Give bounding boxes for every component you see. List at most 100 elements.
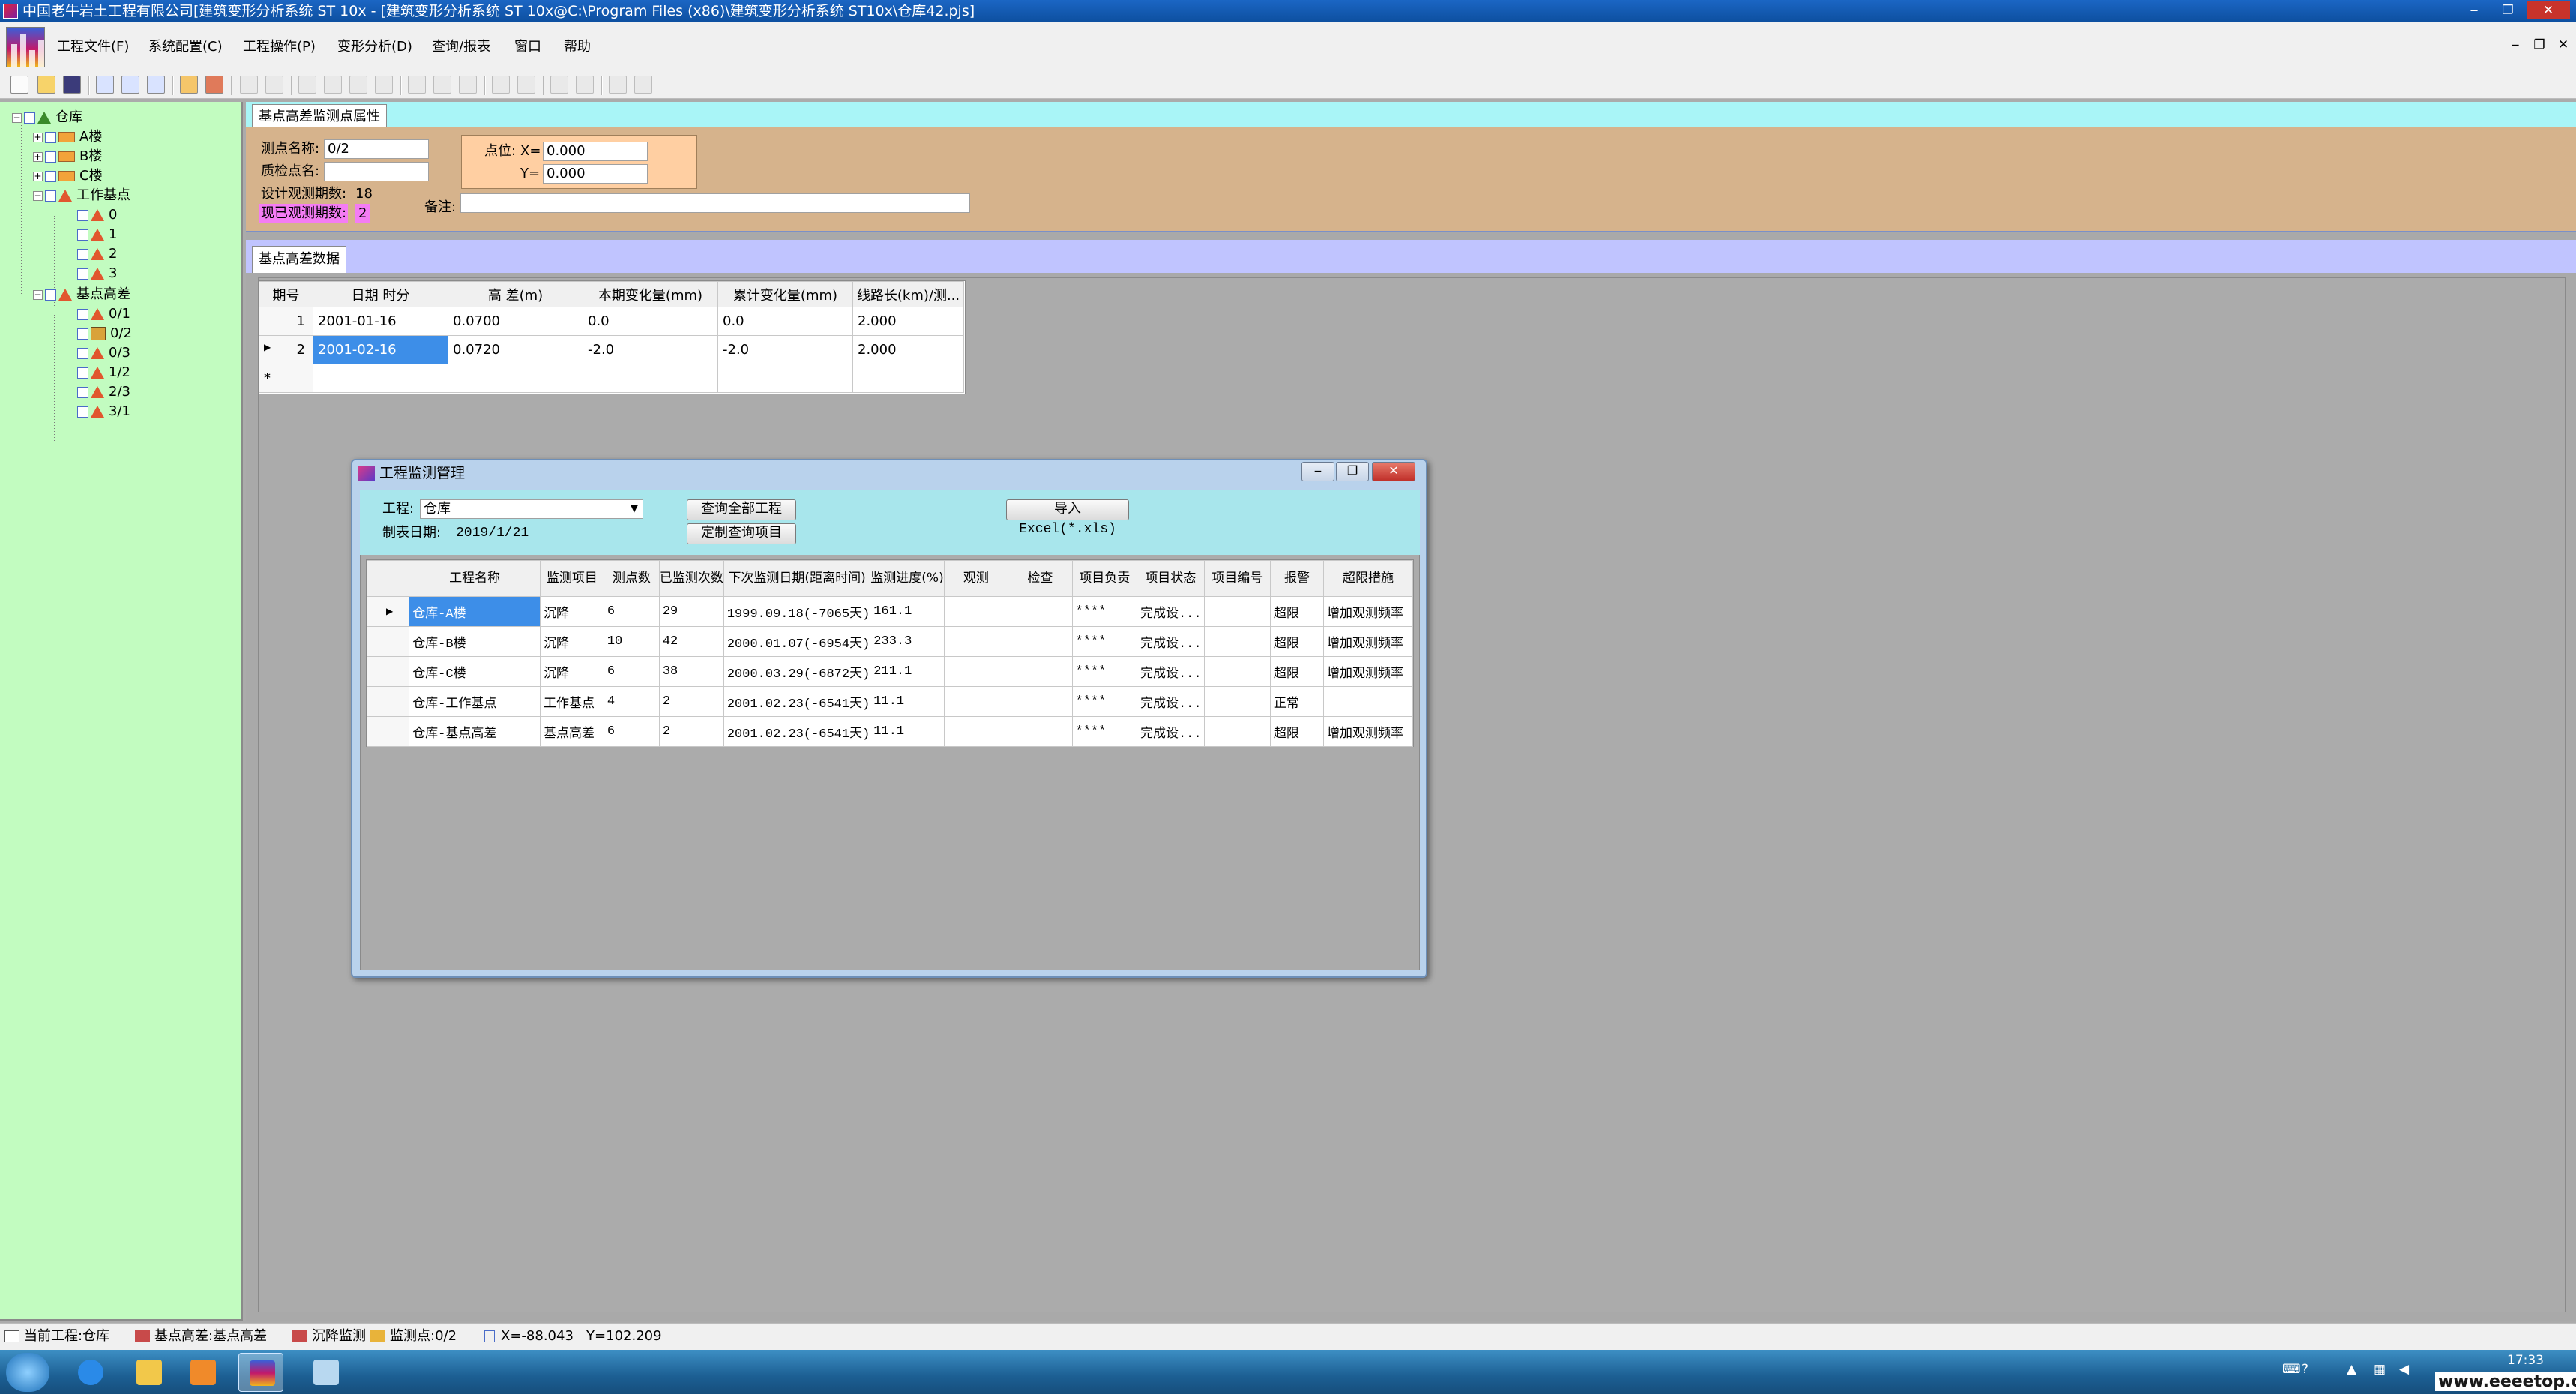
new-row[interactable]: * — [259, 364, 964, 393]
status-cell[interactable]: 完成设... — [1136, 596, 1205, 627]
monitored-times-cell[interactable]: 2 — [658, 716, 724, 747]
column-header[interactable]: 监测进度(%) — [870, 560, 945, 597]
point-count-cell[interactable]: 6 — [603, 716, 660, 747]
point-count-cell[interactable]: 6 — [603, 656, 660, 687]
measure-cell[interactable]: 增加观测频率 — [1323, 656, 1413, 687]
close-button[interactable]: ✕ — [2527, 1, 2570, 19]
project-id-cell[interactable] — [1203, 716, 1271, 747]
y-coordinate-field[interactable]: 0.000 — [543, 164, 648, 184]
tab-base-diff-data[interactable]: 基点高差数据 — [252, 246, 346, 273]
checkbox[interactable] — [45, 151, 56, 163]
tile-horizontal-icon[interactable] — [121, 76, 139, 94]
tree-item-point[interactable]: 2/3 — [75, 382, 130, 402]
disabled-tool-icon[interactable] — [634, 76, 652, 94]
clock[interactable]: 17:33 — [2507, 1353, 2544, 1368]
next-date-cell[interactable]: 2000.01.07(-6954天) — [723, 626, 871, 657]
monitored-times-cell[interactable]: 42 — [658, 626, 724, 657]
measure-cell[interactable]: 增加观测频率 — [1323, 716, 1413, 747]
manager-cell[interactable]: **** — [1071, 626, 1137, 657]
checkbox[interactable] — [77, 308, 88, 320]
project-name-cell[interactable]: 仓库-B楼 — [409, 626, 541, 657]
menu-project-ops[interactable]: 工程操作(P) — [235, 37, 323, 57]
period-cell[interactable]: 1 — [259, 307, 313, 336]
chevron-down-icon[interactable]: ▼ — [631, 500, 638, 518]
project-id-cell[interactable] — [1203, 686, 1271, 717]
tree-item-point[interactable]: 0/1 — [75, 304, 130, 324]
date-cell[interactable]: 2001-01-16 — [313, 307, 448, 336]
tree-item-building-a[interactable]: + A楼 — [33, 127, 102, 147]
status-cell[interactable]: 完成设... — [1136, 626, 1205, 657]
column-header[interactable]: 下次监测日期(距离时间) — [723, 560, 871, 597]
disabled-tool-icon[interactable] — [609, 76, 627, 94]
taskbar-deformation-app[interactable] — [238, 1353, 283, 1392]
save-icon[interactable] — [63, 76, 81, 94]
route-length-cell[interactable]: 2.000 — [852, 335, 964, 364]
empty-cell[interactable] — [583, 364, 718, 393]
disabled-tool-icon[interactable] — [375, 76, 393, 94]
disabled-tool-icon[interactable] — [408, 76, 426, 94]
column-header[interactable]: 累计变化量(mm) — [717, 281, 853, 307]
cumulative-cell[interactable]: 0.0 — [717, 307, 853, 336]
tab-point-properties[interactable]: 基点高差监测点属性 — [252, 104, 387, 127]
monitor-item-cell[interactable]: 沉降 — [539, 596, 604, 627]
monitor-item-cell[interactable]: 沉降 — [539, 626, 604, 657]
checkbox[interactable] — [45, 170, 56, 182]
alarm-cell[interactable]: 超限 — [1269, 716, 1325, 747]
disabled-tool-icon[interactable] — [576, 76, 594, 94]
tree-item-building-c[interactable]: + C楼 — [33, 166, 103, 186]
project-id-cell[interactable] — [1203, 656, 1271, 687]
alarm-cell[interactable]: 超限 — [1269, 626, 1325, 657]
progress-cell[interactable]: 233.3 — [870, 626, 945, 657]
project-name-cell[interactable]: 仓库-A楼 — [409, 596, 541, 627]
tree-item-point[interactable]: 0/3 — [75, 343, 130, 363]
tree-root[interactable]: − 仓库 — [12, 108, 82, 127]
project-name-cell[interactable]: 仓库-工作基点 — [409, 686, 541, 717]
column-header[interactable]: 项目负责 — [1071, 560, 1137, 597]
menu-query-report[interactable]: 查询/报表 — [424, 37, 498, 57]
checkbox[interactable] — [77, 268, 88, 280]
point-name-field[interactable]: 0/2 — [324, 139, 429, 159]
change-cell[interactable]: 0.0 — [583, 307, 718, 336]
observe-cell[interactable] — [943, 626, 1009, 657]
table-row[interactable]: 仓库-工作基点 工作基点 4 2 2001.02.23(-6541天) 11.1… — [366, 686, 1413, 717]
monitor-item-cell[interactable]: 工作基点 — [539, 686, 604, 717]
tree-item-point[interactable]: 2 — [75, 244, 117, 264]
point-count-cell[interactable]: 6 — [603, 596, 660, 627]
checkbox[interactable] — [77, 209, 88, 221]
table-row[interactable]: ▶ 仓库-A楼 沉降 6 29 1999.09.18(-7065天) 161.1… — [366, 596, 1413, 627]
point-count-cell[interactable]: 10 — [603, 626, 660, 657]
expand-icon[interactable]: + — [33, 132, 43, 142]
table-row[interactable]: 仓库-B楼 沉降 10 42 2000.01.07(-6954天) 233.3 … — [366, 626, 1413, 657]
dialog-minimize-button[interactable]: ‒ — [1301, 462, 1334, 481]
next-date-cell[interactable]: 1999.09.18(-7065天) — [723, 596, 871, 627]
checkbox[interactable] — [77, 229, 88, 241]
column-header[interactable]: 监测项目 — [539, 560, 604, 597]
cumulative-cell[interactable]: -2.0 — [717, 335, 853, 364]
menu-window[interactable]: 窗口 — [507, 37, 549, 57]
tray-arrow-icon[interactable]: ▲ — [2347, 1362, 2356, 1377]
open-folder-icon[interactable] — [37, 76, 55, 94]
next-date-cell[interactable]: 2001.02.23(-6541天) — [723, 716, 871, 747]
mdi-close-button[interactable]: ✕ — [2552, 37, 2575, 52]
project-select[interactable]: 仓库 ▼ — [420, 499, 643, 519]
project-name-cell[interactable]: 仓库-基点高差 — [409, 716, 541, 747]
table-row[interactable]: ▶ 2 2001-02-16 0.0720 -2.0 -2.0 2.000 — [259, 335, 964, 364]
tray-help-icon[interactable]: ? — [2302, 1362, 2308, 1377]
alarm-cell[interactable]: 超限 — [1269, 596, 1325, 627]
table-row[interactable]: 仓库-基点高差 基点高差 6 2 2001.02.23(-6541天) 11.1… — [366, 716, 1413, 747]
table-row[interactable]: 仓库-C楼 沉降 6 38 2000.03.29(-6872天) 211.1 *… — [366, 656, 1413, 687]
column-header[interactable]: 报警 — [1269, 560, 1325, 597]
report-icon[interactable] — [180, 76, 198, 94]
column-header[interactable]: 测点数 — [603, 560, 660, 597]
observe-cell[interactable] — [943, 656, 1009, 687]
progress-cell[interactable]: 161.1 — [870, 596, 945, 627]
tile-vertical-icon[interactable] — [147, 76, 165, 94]
menu-help[interactable]: 帮助 — [556, 37, 598, 57]
point-count-cell[interactable]: 4 — [603, 686, 660, 717]
check-cell[interactable] — [1008, 686, 1073, 717]
disabled-tool-icon[interactable] — [324, 76, 342, 94]
x-coordinate-field[interactable]: 0.000 — [543, 142, 648, 161]
disabled-tool-icon[interactable] — [433, 76, 451, 94]
tree-item-building-b[interactable]: + B楼 — [33, 147, 102, 166]
column-header[interactable]: 期号 — [259, 281, 313, 307]
